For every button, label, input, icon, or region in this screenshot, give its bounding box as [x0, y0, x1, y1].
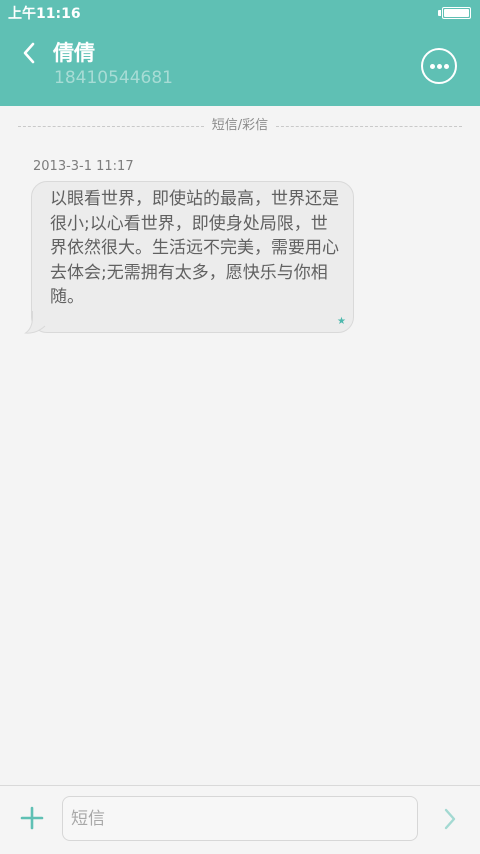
battery-level-fill [444, 9, 469, 17]
battery-icon [442, 7, 471, 19]
status-time: 上午11:16 [8, 6, 81, 22]
chevron-left-icon [23, 42, 35, 64]
battery-tip [438, 10, 441, 16]
more-dot-icon [437, 64, 442, 69]
add-attachment-button[interactable] [18, 804, 46, 832]
sms-input[interactable] [62, 796, 418, 841]
message-type-divider: 短信/彩信 [18, 116, 462, 136]
contact-name: 倩倩 [53, 41, 95, 65]
more-options-button[interactable] [421, 48, 457, 84]
divider-line-left [18, 126, 204, 127]
more-dot-icon [444, 64, 449, 69]
message-text: 以眼看世界，即使站的最高，世界还是很小;以心看世界，即使身处局限，世界依然很大。… [50, 189, 339, 307]
chevron-right-icon [444, 808, 456, 830]
divider-line-right [276, 126, 462, 127]
star-icon: ★ [337, 316, 346, 327]
bubble-tail [24, 311, 46, 334]
contact-phone-number: 18410544681 [54, 68, 173, 88]
more-dot-icon [430, 64, 435, 69]
send-button[interactable] [436, 804, 464, 834]
plus-icon [20, 806, 44, 830]
message-timestamp: 2013-3-1 11:17 [33, 159, 134, 174]
back-button[interactable] [14, 36, 44, 70]
message-type-label: 短信/彩信 [211, 118, 269, 133]
